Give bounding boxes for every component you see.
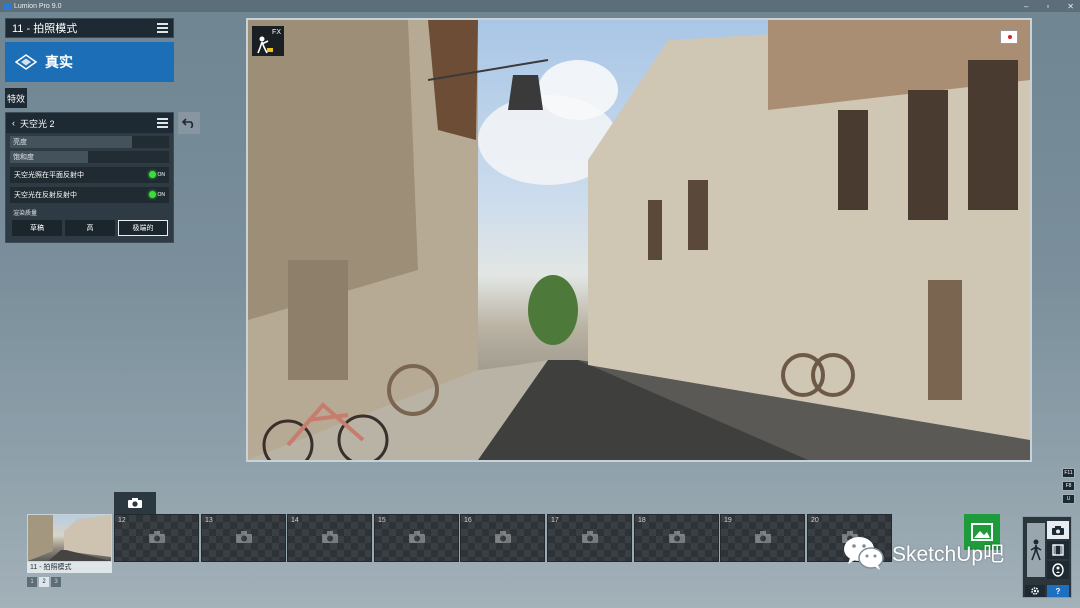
key-f8[interactable]: F8 xyxy=(1062,481,1075,491)
fx-worker-icon xyxy=(257,36,273,54)
style-button[interactable]: 真实 xyxy=(5,42,174,82)
gear-icon xyxy=(1031,587,1039,595)
slot-number: 13 xyxy=(205,517,213,524)
camera-icon xyxy=(1052,525,1064,535)
quality-draft-button[interactable]: 草稿 xyxy=(12,220,62,236)
thumbnail-image xyxy=(28,515,111,561)
filmstrip-pager: 1 2 3 xyxy=(27,577,61,587)
mode-panel: ? xyxy=(1022,516,1072,598)
active-slot-label: 11 - 拍照模式 xyxy=(27,562,112,573)
build-mode-button[interactable] xyxy=(1027,523,1045,577)
camera-icon xyxy=(669,531,685,543)
camera-icon xyxy=(149,531,165,543)
camera-icon xyxy=(128,498,142,508)
status-led-icon xyxy=(148,171,156,178)
undo-icon xyxy=(182,118,194,128)
camera-icon xyxy=(409,531,425,543)
slider-brightness[interactable]: 亮度 xyxy=(10,136,169,148)
slot-number: 19 xyxy=(724,517,732,524)
style-label: 真实 xyxy=(45,54,73,70)
effect-header: ‹ 天空光 2 xyxy=(6,113,173,133)
slot-number: 14 xyxy=(291,517,299,524)
help-button[interactable]: ? xyxy=(1047,585,1069,597)
slot-number: 12 xyxy=(118,517,126,524)
page-button[interactable]: 2 xyxy=(39,577,49,587)
page-button[interactable]: 1 xyxy=(27,577,37,587)
watermark: SketchUp吧 xyxy=(842,534,1004,572)
photo-slot-empty[interactable]: 12 xyxy=(114,514,199,562)
undo-button[interactable] xyxy=(178,112,200,134)
fx-badge[interactable]: FX xyxy=(252,26,284,56)
photo-slot-empty[interactable]: 14 xyxy=(287,514,372,562)
quality-extreme-button[interactable]: 极端的 xyxy=(118,220,168,236)
photo-slot-active[interactable] xyxy=(27,514,112,562)
film-icon xyxy=(1052,544,1064,556)
style-icon xyxy=(15,54,37,70)
toggle-skylight-planar[interactable]: 天空光照在平面反射中 ON xyxy=(10,167,169,183)
render-viewport[interactable]: FX xyxy=(246,18,1032,462)
slot-number: 17 xyxy=(551,517,559,524)
minimize-icon[interactable]: – xyxy=(1024,2,1028,11)
chevron-left-icon[interactable]: ‹ xyxy=(12,118,15,128)
camera-icon xyxy=(495,531,511,543)
fx-label: FX xyxy=(272,29,281,36)
maximize-icon[interactable]: ▫ xyxy=(1046,2,1049,11)
photo-tab[interactable] xyxy=(114,492,156,514)
slider-saturation[interactable]: 饱和度 xyxy=(10,151,169,163)
effect-menu-icon[interactable] xyxy=(157,118,168,128)
menu-icon[interactable] xyxy=(157,23,168,33)
toggle-label: 天空光照在平面反射中 xyxy=(14,172,84,179)
key-u[interactable]: U xyxy=(1062,494,1075,504)
photo-slot-empty[interactable]: 15 xyxy=(374,514,459,562)
tab-effects[interactable]: 特效 xyxy=(5,88,27,108)
mode-title: 11 - 拍照模式 xyxy=(12,23,78,35)
quality-options: 草稿 高 极端的 xyxy=(12,220,169,236)
toggle-label: 天空光在反射反射中 xyxy=(14,192,77,199)
shortcut-keys: F11 F8 U xyxy=(1062,468,1075,504)
slot-number: 20 xyxy=(811,517,819,524)
title-bar: Lumion Pro 9.0 – ▫ ✕ xyxy=(0,0,1080,12)
slot-number: 16 xyxy=(464,517,472,524)
status-led-icon xyxy=(148,191,156,198)
movie-mode-button[interactable] xyxy=(1047,541,1069,559)
scene-image xyxy=(248,20,1030,460)
quality-high-button[interactable]: 高 xyxy=(65,220,115,236)
window-controls: – ▫ ✕ xyxy=(1024,0,1074,12)
record-indicator-icon xyxy=(1000,30,1018,44)
photo-mode-button[interactable] xyxy=(1047,521,1069,539)
photo-slot-empty[interactable]: 17 xyxy=(547,514,632,562)
wechat-logo-icon xyxy=(844,537,884,570)
slot-number: 15 xyxy=(378,517,386,524)
photo-slot-empty[interactable]: 19 xyxy=(720,514,805,562)
person-pin-icon xyxy=(1052,563,1064,577)
camera-icon xyxy=(582,531,598,543)
key-f11[interactable]: F11 xyxy=(1062,468,1075,478)
quality-label: 渲染质量 xyxy=(13,211,38,217)
watermark-text: SketchUp吧 xyxy=(892,543,1005,566)
slider-track[interactable] xyxy=(132,136,169,148)
page-button[interactable]: 3 xyxy=(51,577,61,587)
photo-slot-empty[interactable]: 13 xyxy=(201,514,286,562)
panorama-mode-button[interactable] xyxy=(1047,561,1069,579)
photo-slot-empty[interactable]: 18 xyxy=(634,514,719,562)
camera-icon xyxy=(236,531,252,543)
effect-title: 天空光 2 xyxy=(20,118,55,129)
close-icon[interactable]: ✕ xyxy=(1067,2,1074,11)
app-icon xyxy=(4,2,11,10)
slider-label: 饱和度 xyxy=(13,154,34,161)
slider-label: 亮度 xyxy=(13,139,27,146)
effect-panel: ‹ 天空光 2 亮度 饱和度 天空光照在平面反射中 ON 天空光在反射反射中 O… xyxy=(5,112,174,243)
photo-slot-empty[interactable]: 16 xyxy=(460,514,545,562)
slider-track[interactable] xyxy=(87,151,169,163)
camera-icon xyxy=(755,531,771,543)
worker-icon xyxy=(1030,539,1042,561)
window-title: Lumion Pro 9.0 xyxy=(14,2,62,10)
slot-number: 18 xyxy=(638,517,646,524)
settings-button[interactable] xyxy=(1025,585,1045,597)
toggle-skylight-reflection[interactable]: 天空光在反射反射中 ON xyxy=(10,187,169,203)
toggle-switch[interactable]: ON xyxy=(148,171,165,178)
mode-header: 11 - 拍照模式 xyxy=(5,18,174,38)
toggle-switch[interactable]: ON xyxy=(148,191,165,198)
camera-icon xyxy=(322,531,338,543)
